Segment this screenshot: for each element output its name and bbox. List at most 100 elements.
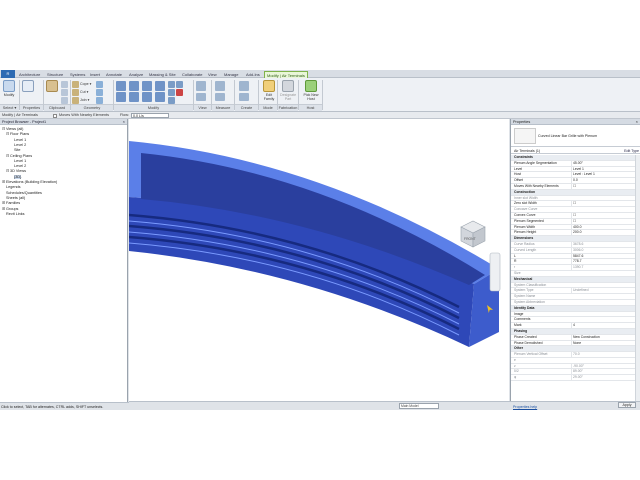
main-model-select[interactable]: Main Model [399,403,439,409]
tree-item[interactable]: Level 1 [10,159,26,164]
properties-help-link[interactable]: Properties help [513,405,537,409]
paste-button[interactable] [46,80,58,92]
property-value[interactable]: ☐ [571,201,635,207]
wall-joins-icon[interactable] [96,81,103,88]
property-key: Inner slot Width [514,195,538,200]
modify-button[interactable]: Modify [3,80,15,97]
match-icon[interactable] [61,97,68,104]
property-value[interactable]: 4 [571,323,635,329]
move-icon[interactable] [155,81,165,91]
property-value[interactable]: ☐ [571,212,635,218]
rotate-icon[interactable] [129,92,139,102]
tab-manage[interactable]: Manage [222,71,240,78]
tab-architecture[interactable]: Architecture [17,71,42,78]
ribbon-tabs: R Architecture Structure Systems Insert … [0,70,640,78]
properties-scrollbar[interactable] [635,155,640,405]
tree-item[interactable]: Level 1 [10,138,26,143]
tree-item[interactable]: ⊟Floor Plans [6,132,29,137]
designate-part-button[interactable]: Designate Part [280,80,296,101]
tree-item[interactable]: Level 2 [10,143,26,148]
paint-icon[interactable] [96,97,103,104]
edit-type-button[interactable]: Edit Type [624,149,639,153]
property-value[interactable]: None [571,340,635,346]
cope-icon[interactable] [72,81,79,88]
tree-item[interactable]: Revit Links [2,212,25,217]
copy-element-icon[interactable] [116,92,126,102]
unpin-icon[interactable] [176,81,183,88]
tab-systems[interactable]: Systems [68,71,87,78]
tree-item[interactable]: Sheets (all) [2,196,25,201]
split-icon[interactable] [168,89,175,96]
tree-item[interactable]: Site [10,148,21,153]
tab-structure[interactable]: Structure [45,71,65,78]
tab-add-ins[interactable]: Add-Ins [244,71,262,78]
tab-modify-air-terminals[interactable]: Modify | Air Terminals [264,71,308,78]
align-icon[interactable] [116,81,126,91]
properties-palette: Properties × Curved Linear Bar Grille wi… [510,119,640,409]
pick-new-host-button[interactable]: Pick New Host [303,80,319,101]
measure-icon[interactable] [215,81,225,91]
moves-with-nearby-checkbox[interactable] [53,113,57,118]
type-selector[interactable]: Curved Linear Bar Grille with Plenum [511,125,640,147]
offset-icon[interactable] [129,81,139,91]
edit-family-button[interactable]: Edit Family [262,80,276,101]
tree-item[interactable]: Legends [2,185,21,190]
property-key: Level [514,166,523,171]
tree-item[interactable]: {3D} [10,174,22,180]
application-menu-button[interactable]: R [1,70,15,78]
scale-icon[interactable] [168,81,175,88]
tree-item[interactable]: ⊟Views (all) [2,127,23,132]
tab-view[interactable]: View [206,71,219,78]
tab-analyze[interactable]: Analyze [127,71,145,78]
clipboard-panel-label: Clipboard [44,104,70,111]
3d-viewport[interactable]: FRONT [129,119,509,402]
tab-annotate[interactable]: Annotate [104,71,124,78]
property-key: Plenum Width [514,224,536,229]
property-value[interactable]: 400.0 [571,224,635,230]
tree-item[interactable]: ⊟3D Views [6,169,26,174]
property-value[interactable]: 200.0 [571,230,635,236]
mirror-icon[interactable] [142,81,152,91]
flow-input[interactable]: 0.0 L/s [131,113,169,118]
navigation-bar[interactable] [489,252,501,292]
property-value[interactable]: 778.7 [571,259,635,265]
tree-item[interactable]: ⊞Elevations (Building Elevation) [2,180,57,185]
cut-geometry-icon[interactable] [72,89,79,96]
override-graphics-icon[interactable] [196,93,206,101]
properties-button[interactable] [22,80,34,92]
property-value[interactable]: 0.0 [571,178,635,184]
select-panel-label[interactable]: Select ▾ [0,104,19,111]
property-value[interactable]: 45.00° [571,160,635,166]
tree-item[interactable]: ⊞Families [2,201,20,206]
property-value[interactable]: ☐ [571,183,635,189]
close-icon[interactable]: × [123,119,125,125]
create-similar-icon[interactable] [239,81,249,91]
property-value[interactable]: Level : Level 1 [571,172,635,178]
view-hide-icon[interactable] [196,81,206,91]
tree-item[interactable]: ⊞Groups [2,207,18,212]
tab-collaborate[interactable]: Collaborate [180,71,204,78]
tree-item[interactable]: Level 2 [10,164,26,169]
property-value[interactable]: New Construction [571,334,635,340]
dimension-icon[interactable] [215,93,225,101]
property-value[interactable]: 5847.6 [571,253,635,259]
cut-icon[interactable] [61,81,68,88]
viewcube[interactable]: FRONT [460,220,486,248]
split-face-icon[interactable] [96,89,103,96]
create-group-icon[interactable] [239,93,249,101]
instance-filter[interactable]: Air Terminals (1) Edit Type [511,147,640,154]
pin-icon[interactable] [168,97,175,104]
tab-insert[interactable]: Insert [88,71,102,78]
tab-massing-site[interactable]: Massing & Site [147,71,178,78]
apply-button[interactable]: Apply [618,402,636,408]
property-key: Phasing [514,328,528,333]
tree-item[interactable]: ⊟Ceiling Plans [6,154,32,159]
copy-icon[interactable] [61,89,68,96]
delete-icon[interactable] [176,89,183,96]
trim-icon[interactable] [142,92,152,102]
join-icon[interactable] [72,97,79,104]
array-icon[interactable] [155,92,165,102]
property-value[interactable]: ☐ [571,218,635,224]
property-value[interactable]: Level 1 [571,166,635,172]
tree-item[interactable]: Schedules/Quantities [2,191,42,196]
